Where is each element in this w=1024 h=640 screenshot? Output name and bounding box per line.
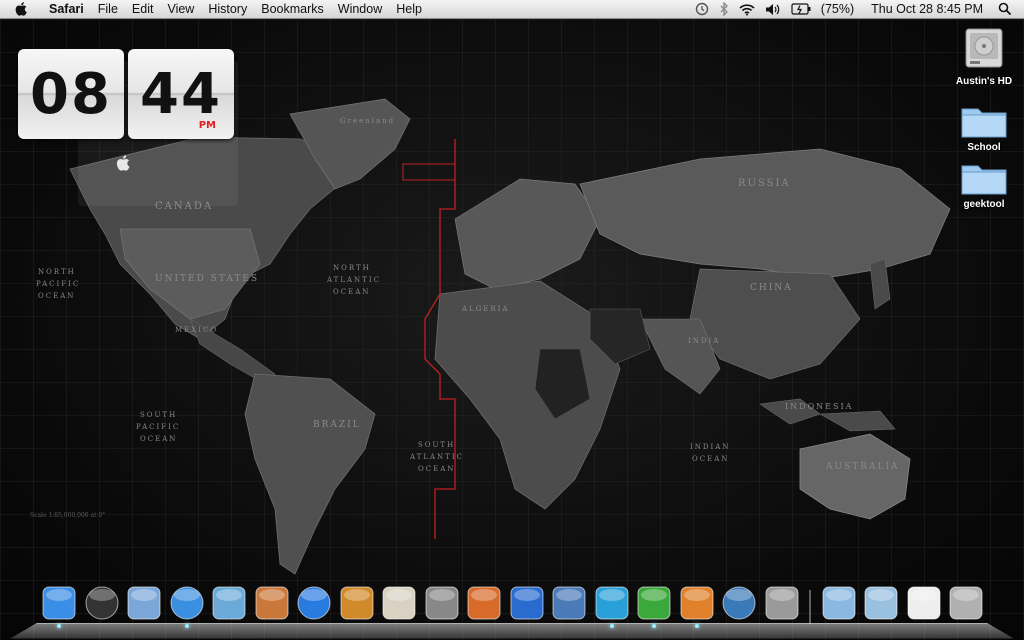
map-label-north-atlantic-1: NORTH (333, 264, 371, 272)
desktop-icon-school[interactable]: School (954, 103, 1014, 153)
map-label-south-atlantic-1: SOUTH (418, 441, 455, 449)
map-label-north-pacific-2: PACIFIC (36, 280, 80, 288)
desktop-icon-label: geektool (963, 199, 1005, 210)
finder-icon[interactable] (40, 584, 78, 628)
map-label-south-pacific-1: SOUTH (140, 411, 177, 419)
running-indicator (652, 624, 656, 628)
status-area: (75%) Thu Oct 28 8:45 PM (690, 0, 1024, 18)
desktop-icon-label: School (967, 142, 1001, 153)
map-label-south-atlantic-2: ATLANTIC (409, 453, 464, 461)
safari-icon[interactable] (168, 584, 206, 628)
running-indicator (184, 624, 189, 628)
mail-icon[interactable] (125, 584, 163, 622)
garageband-icon[interactable] (338, 584, 376, 622)
word-icon[interactable] (593, 584, 631, 628)
desktop-icon-geektool[interactable]: geektool (954, 160, 1014, 210)
downloads-stack-icon[interactable] (905, 584, 943, 622)
map-label-north-pacific-1: NORTH (38, 268, 76, 276)
map-label-brazil: BRAZIL (313, 420, 361, 430)
wifi-icon[interactable] (739, 3, 755, 16)
desktop-wallpaper: CANADA UNITED STATES MEXICO BRAZIL RUSSI… (0, 19, 1024, 640)
keynote-icon[interactable] (465, 584, 503, 622)
flip-clock-widget[interactable]: 08 44 PM (0, 33, 240, 208)
map-label-north-atlantic-2: ATLANTIC (326, 276, 381, 284)
map-label-south-atlantic-3: OCEAN (418, 465, 455, 473)
map-label-indian-ocean-1: INDIAN (690, 443, 730, 451)
menu-bookmarks[interactable]: Bookmarks (254, 2, 331, 16)
map-scale-note: Scale 1:85,000,000 at 0° (30, 512, 105, 519)
map-label-mexico: MEXICO (175, 326, 218, 334)
running-indicator (694, 624, 699, 628)
battery-icon[interactable] (791, 3, 811, 15)
menu-edit[interactable]: Edit (125, 2, 161, 16)
battery-percent: (75%) (820, 2, 855, 16)
menu-app-safari[interactable]: Safari (42, 2, 91, 16)
running-indicator (57, 624, 61, 628)
folder-icon (961, 108, 1007, 138)
clock-minutes-card: 44 PM (128, 49, 234, 139)
volume-icon[interactable] (765, 3, 781, 16)
clock-hours: 08 (30, 61, 112, 127)
apple-logo-icon (116, 155, 130, 171)
hard-drive-icon (965, 28, 1003, 68)
time-machine-icon[interactable] (720, 584, 758, 622)
powerpoint-icon[interactable] (678, 584, 716, 628)
map-label-south-pacific-2: PACIFIC (136, 423, 180, 431)
numbers-icon[interactable] (508, 584, 546, 622)
map-label-china: CHINA (750, 283, 793, 293)
map-label-north-atlantic-3: OCEAN (333, 288, 370, 296)
itunes-icon[interactable] (295, 584, 333, 622)
map-label-russia: RUSSIA (738, 178, 791, 189)
menu-window[interactable]: Window (331, 2, 389, 16)
dock-separator (805, 584, 815, 624)
time-machine-icon[interactable] (695, 2, 709, 16)
preview-icon[interactable] (380, 584, 418, 622)
map-label-australia: AUSTRALIA (825, 462, 900, 472)
spotlight-icon[interactable] (998, 2, 1012, 16)
excel-icon[interactable] (635, 584, 673, 628)
system-preferences-icon[interactable] (763, 584, 801, 622)
menu-history[interactable]: History (201, 2, 254, 16)
menu-view[interactable]: View (160, 2, 201, 16)
running-indicator (609, 624, 614, 628)
map-label-indian-ocean-2: OCEAN (692, 455, 729, 463)
menu-file[interactable]: File (91, 2, 125, 16)
trash-icon[interactable] (947, 584, 985, 622)
map-label-india: INDIA (688, 337, 720, 345)
menu-help[interactable]: Help (389, 2, 429, 16)
map-label-north-pacific-3: OCEAN (38, 292, 75, 300)
applications-folder-icon[interactable] (820, 584, 858, 622)
map-label-south-pacific-3: OCEAN (140, 435, 177, 443)
dock (10, 586, 1014, 640)
bluetooth-icon[interactable] (719, 2, 729, 16)
menu-bar: Safari File Edit View History Bookmarks … (0, 0, 1024, 19)
folder-icon (961, 165, 1007, 195)
photo-booth-icon[interactable] (253, 584, 291, 622)
clock-minutes: 44 (140, 61, 222, 127)
documents-folder-icon[interactable] (862, 584, 900, 622)
dashboard-icon[interactable] (83, 584, 121, 622)
apple-menu-icon[interactable] (14, 2, 28, 16)
map-label-algeria: ALGERIA (461, 305, 510, 313)
desktop-icon-austins-hd[interactable]: Austin's HD (954, 23, 1014, 87)
desktop-icon-label: Austin's HD (955, 76, 1013, 87)
clock-hours-card: 08 (18, 49, 124, 139)
clock-period: PM (198, 120, 216, 131)
map-label-indonesia: INDONESIA (785, 402, 853, 411)
clock-datetime[interactable]: Thu Oct 28 8:45 PM (871, 2, 983, 16)
map-label-greenland: Greenland (340, 117, 395, 125)
iphoto-icon[interactable] (210, 584, 248, 622)
pages-icon[interactable] (550, 584, 588, 622)
trash-app-icon[interactable] (423, 584, 461, 622)
map-label-united-states: UNITED STATES (155, 274, 259, 284)
